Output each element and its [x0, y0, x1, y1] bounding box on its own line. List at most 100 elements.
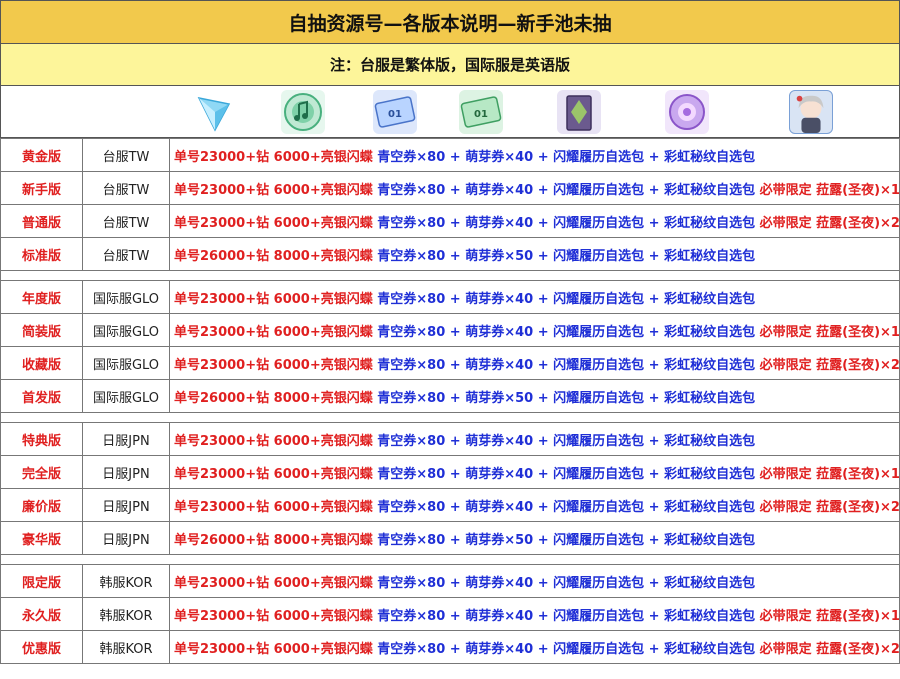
diamond-amount: 单号23000+钻 6000+亮银闪蝶: [174, 149, 373, 165]
limited-bonus: 必带限定 菈露(圣夜)×2: [759, 641, 900, 657]
limited-bonus: 必带限定 菈露(圣夜)×1: [759, 182, 900, 198]
diamond-amount: 单号23000+钻 6000+亮银闪蝶: [174, 215, 373, 231]
server-region: 台服TW: [82, 138, 170, 172]
package-contents: 单号23000+钻 6000+亮银闪蝶 青空券×80 + 萌芽券×40 + 闪耀…: [169, 597, 900, 631]
package-contents: 单号23000+钻 6000+亮银闪蝶 青空券×80 + 萌芽券×40 + 闪耀…: [169, 313, 900, 347]
table-row: 标准版 台服TW 单号26000+钻 8000+亮银闪蝶 青空券×80 + 萌芽券×…: [0, 237, 900, 271]
version-name: 优惠版: [0, 630, 83, 664]
package-contents: 单号23000+钻 6000+亮银闪蝶 青空券×80 + 萌芽券×40 + 闪耀…: [169, 204, 900, 238]
package-contents: 单号23000+钻 6000+亮银闪蝶 青空券×80 + 萌芽券×40 + 闪耀…: [169, 564, 900, 598]
ticket-items: 青空券×80 + 萌芽券×40 + 闪耀履历自选包 + 彩虹秘纹自选包: [377, 215, 756, 231]
ticket-items: 青空券×80 + 萌芽券×40 + 闪耀履历自选包 + 彩虹秘纹自选包: [377, 291, 756, 307]
package-contents: 单号23000+钻 6000+亮银闪蝶 青空券×80 + 萌芽券×40 + 闪耀…: [169, 138, 900, 172]
limited-bonus: 必带限定 菈露(圣夜)×1: [759, 608, 900, 624]
group-separator: [0, 554, 900, 565]
diamond-amount: 单号26000+钻 8000+亮银闪蝶: [174, 390, 373, 406]
server-region: 日服JPN: [82, 422, 170, 456]
limited-bonus: 必带限定 菈露(圣夜)×1: [759, 324, 900, 340]
blue-ticket-icon: 01: [373, 90, 417, 134]
separator-cell: [0, 270, 900, 281]
server-region: 台服TW: [82, 237, 170, 271]
diamond-amount: 单号23000+钻 6000+亮银闪蝶: [174, 182, 373, 198]
diamond-amount: 单号26000+钻 8000+亮银闪蝶: [174, 248, 373, 264]
ticket-items: 青空券×80 + 萌芽券×50 + 闪耀履历自选包 + 彩虹秘纹自选包: [377, 390, 756, 406]
ticket-items: 青空券×80 + 萌芽券×40 + 闪耀履历自选包 + 彩虹秘纹自选包: [377, 608, 756, 624]
green-ticket-icon: 01: [459, 90, 503, 134]
crystal-icon: [191, 90, 235, 134]
diamond-amount: 单号23000+钻 6000+亮银闪蝶: [174, 499, 373, 515]
package-contents: 单号23000+钻 6000+亮银闪蝶 青空券×80 + 萌芽券×40 + 闪耀…: [169, 422, 900, 456]
disc-icon: [281, 90, 325, 134]
server-region: 台服TW: [82, 171, 170, 205]
limited-bonus: 必带限定 菈露(圣夜)×2: [759, 215, 900, 231]
diamond-amount: 单号23000+钻 6000+亮银闪蝶: [174, 466, 373, 482]
version-name: 限定版: [0, 564, 83, 598]
table-row: 特典版 日服JPN 单号23000+钻 6000+亮银闪蝶 青空券×80 + 萌芽券…: [0, 422, 900, 456]
server-region: 韩服KOR: [82, 564, 170, 598]
table-row: 首发版 国际服GLO 单号26000+钻 8000+亮银闪蝶 青空券×80 + 萌芽…: [0, 379, 900, 413]
package-contents: 单号23000+钻 6000+亮银闪蝶 青空券×80 + 萌芽券×40 + 闪耀…: [169, 630, 900, 664]
server-region: 日服JPN: [82, 455, 170, 489]
diamond-amount: 单号23000+钻 6000+亮银闪蝶: [174, 357, 373, 373]
package-contents: 单号26000+钻 8000+亮银闪蝶 青空券×80 + 萌芽券×50 + 闪耀…: [169, 521, 900, 555]
diamond-amount: 单号23000+钻 6000+亮银闪蝶: [174, 575, 373, 591]
version-name: 首发版: [0, 379, 83, 413]
server-region: 台服TW: [82, 204, 170, 238]
ticket-items: 青空券×80 + 萌芽券×40 + 闪耀履历自选包 + 彩虹秘纹自选包: [377, 575, 756, 591]
table-row: 黄金版 台服TW 单号23000+钻 6000+亮银闪蝶 青空券×80 + 萌芽券×…: [0, 138, 900, 172]
limited-bonus: 必带限定 菈露(圣夜)×1: [759, 466, 900, 482]
table-row: 年度版 国际服GLO 单号23000+钻 6000+亮银闪蝶 青空券×80 + 萌芽…: [0, 280, 900, 314]
ticket-items: 青空券×80 + 萌芽券×40 + 闪耀履历自选包 + 彩虹秘纹自选包: [377, 182, 756, 198]
table-row: 收藏版 国际服GLO 单号23000+钻 6000+亮银闪蝶 青空券×80 + 萌芽…: [0, 346, 900, 380]
diamond-amount: 单号23000+钻 6000+亮银闪蝶: [174, 291, 373, 307]
sheet-note: 注：台服是繁体版，国际服是英语版: [0, 44, 900, 86]
server-region: 日服JPN: [82, 521, 170, 555]
table-row: 豪华版 日服JPN 单号26000+钻 8000+亮银闪蝶 青空券×80 + 萌芽券…: [0, 521, 900, 555]
server-region: 国际服GLO: [82, 346, 170, 380]
character-portrait-icon: [789, 90, 833, 134]
table-row: 优惠版 韩服KOR 单号23000+钻 6000+亮银闪蝶 青空券×80 + 萌芽券…: [0, 630, 900, 664]
package-contents: 单号23000+钻 6000+亮银闪蝶 青空券×80 + 萌芽券×40 + 闪耀…: [169, 171, 900, 205]
package-contents: 单号23000+钻 6000+亮银闪蝶 青空券×80 + 萌芽券×40 + 闪耀…: [169, 280, 900, 314]
version-name: 豪华版: [0, 521, 83, 555]
table-row: 永久版 韩服KOR 单号23000+钻 6000+亮银闪蝶 青空券×80 + 萌芽券…: [0, 597, 900, 631]
version-name: 普通版: [0, 204, 83, 238]
diamond-amount: 单号26000+钻 8000+亮银闪蝶: [174, 532, 373, 548]
ticket-items: 青空券×80 + 萌芽券×40 + 闪耀履历自选包 + 彩虹秘纹自选包: [377, 433, 756, 449]
version-name: 新手版: [0, 171, 83, 205]
package-contents: 单号23000+钻 6000+亮银闪蝶 青空券×80 + 萌芽券×40 + 闪耀…: [169, 346, 900, 380]
package-contents: 单号26000+钻 8000+亮银闪蝶 青空券×80 + 萌芽券×50 + 闪耀…: [169, 379, 900, 413]
diamond-amount: 单号23000+钻 6000+亮银闪蝶: [174, 433, 373, 449]
ticket-items: 青空券×80 + 萌芽券×40 + 闪耀履历自选包 + 彩虹秘纹自选包: [377, 466, 756, 482]
separator-cell: [0, 554, 900, 565]
version-table: 黄金版 台服TW 单号23000+钻 6000+亮银闪蝶 青空券×80 + 萌芽券×…: [0, 138, 900, 664]
separator-cell: [0, 412, 900, 423]
table-row: 廉价版 日服JPN 单号23000+钻 6000+亮银闪蝶 青空券×80 + 萌芽券…: [0, 488, 900, 522]
rainbow-orb-icon: [665, 90, 709, 134]
ticket-items: 青空券×80 + 萌芽券×40 + 闪耀履历自选包 + 彩虹秘纹自选包: [377, 149, 756, 165]
server-region: 日服JPN: [82, 488, 170, 522]
icon-row: 01 01: [0, 86, 900, 138]
package-contents: 单号23000+钻 6000+亮银闪蝶 青空券×80 + 萌芽券×40 + 闪耀…: [169, 488, 900, 522]
svg-text:01: 01: [388, 109, 402, 120]
group-separator: [0, 412, 900, 423]
version-name: 廉价版: [0, 488, 83, 522]
limited-bonus: 必带限定 菈露(圣夜)×2: [759, 357, 900, 373]
version-name: 年度版: [0, 280, 83, 314]
version-name: 完全版: [0, 455, 83, 489]
ticket-items: 青空券×80 + 萌芽券×40 + 闪耀履历自选包 + 彩虹秘纹自选包: [377, 357, 756, 373]
version-name: 黄金版: [0, 138, 83, 172]
version-name: 标准版: [0, 237, 83, 271]
diamond-amount: 单号23000+钻 6000+亮银闪蝶: [174, 324, 373, 340]
ticket-items: 青空券×80 + 萌芽券×50 + 闪耀履历自选包 + 彩虹秘纹自选包: [377, 532, 756, 548]
ticket-items: 青空券×80 + 萌芽券×50 + 闪耀履历自选包 + 彩虹秘纹自选包: [377, 248, 756, 264]
card-pack-icon: [557, 90, 601, 134]
table-row: 普通版 台服TW 单号23000+钻 6000+亮银闪蝶 青空券×80 + 萌芽券×…: [0, 204, 900, 238]
server-region: 国际服GLO: [82, 280, 170, 314]
limited-bonus: 必带限定 菈露(圣夜)×2: [759, 499, 900, 515]
server-region: 国际服GLO: [82, 379, 170, 413]
price-sheet: 自抽资源号—各版本说明—新手池未抽 注：台服是繁体版，国际服是英语版 01 01…: [0, 0, 900, 679]
server-region: 国际服GLO: [82, 313, 170, 347]
diamond-amount: 单号23000+钻 6000+亮银闪蝶: [174, 608, 373, 624]
ticket-items: 青空券×80 + 萌芽券×40 + 闪耀履历自选包 + 彩虹秘纹自选包: [377, 324, 756, 340]
